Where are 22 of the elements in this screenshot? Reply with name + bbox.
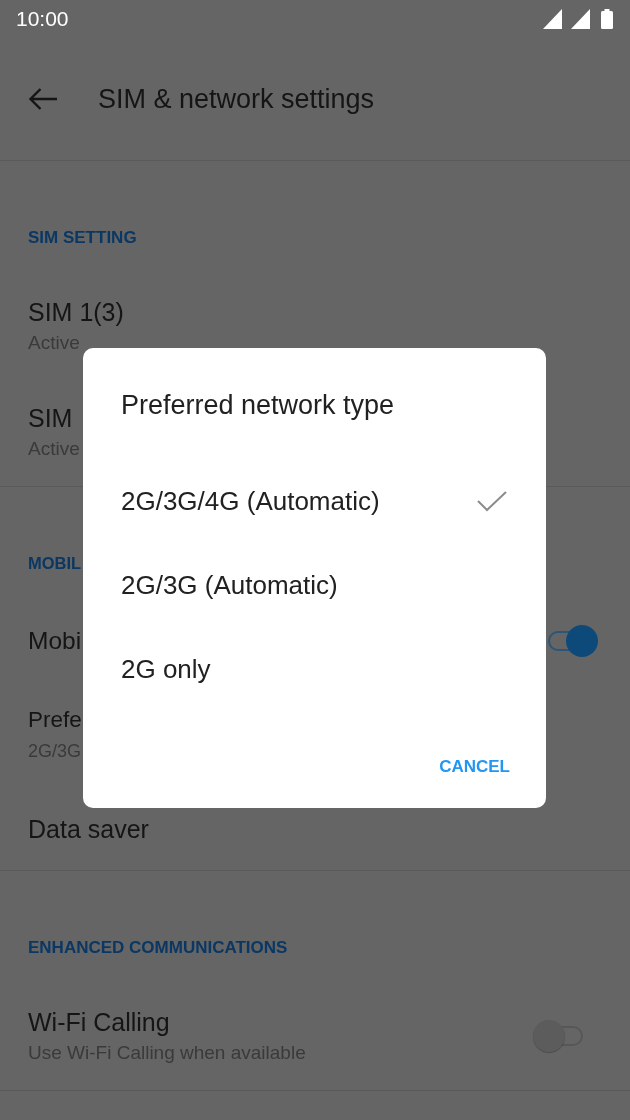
- toggle-switch[interactable]: [548, 624, 598, 658]
- setting-title[interactable]: Mobi: [28, 626, 82, 656]
- back-arrow-icon[interactable]: [28, 87, 58, 111]
- network-type-option[interactable]: 2G/3G/4G (Automatic): [83, 459, 546, 543]
- network-type-option[interactable]: 2G only: [83, 627, 546, 711]
- section-header: SIM SETTING: [28, 228, 137, 248]
- section-header: ENHANCED COMMUNICATIONS: [28, 938, 288, 958]
- screen-title: SIM & network settings: [98, 83, 375, 116]
- setting-title[interactable]: Data saver: [28, 814, 149, 844]
- dialog-title: Preferred network type: [120, 389, 396, 422]
- setting-title[interactable]: Prefe: [28, 705, 82, 735]
- signal-icon: [571, 9, 590, 29]
- toggle-switch[interactable]: [533, 1018, 583, 1053]
- status-time: 10:00: [16, 7, 69, 31]
- network-type-option[interactable]: 2G/3G (Automatic): [83, 543, 546, 627]
- setting-title[interactable]: SIM: [28, 403, 73, 433]
- section-header: MOBIL: [28, 553, 82, 573]
- cancel-button[interactable]: CANCEL: [431, 747, 518, 787]
- battery-icon: [601, 9, 613, 29]
- setting-title[interactable]: Wi-Fi Calling: [28, 1007, 170, 1037]
- setting-title[interactable]: SIM 1(3): [28, 297, 124, 327]
- signal-icon: [543, 9, 562, 29]
